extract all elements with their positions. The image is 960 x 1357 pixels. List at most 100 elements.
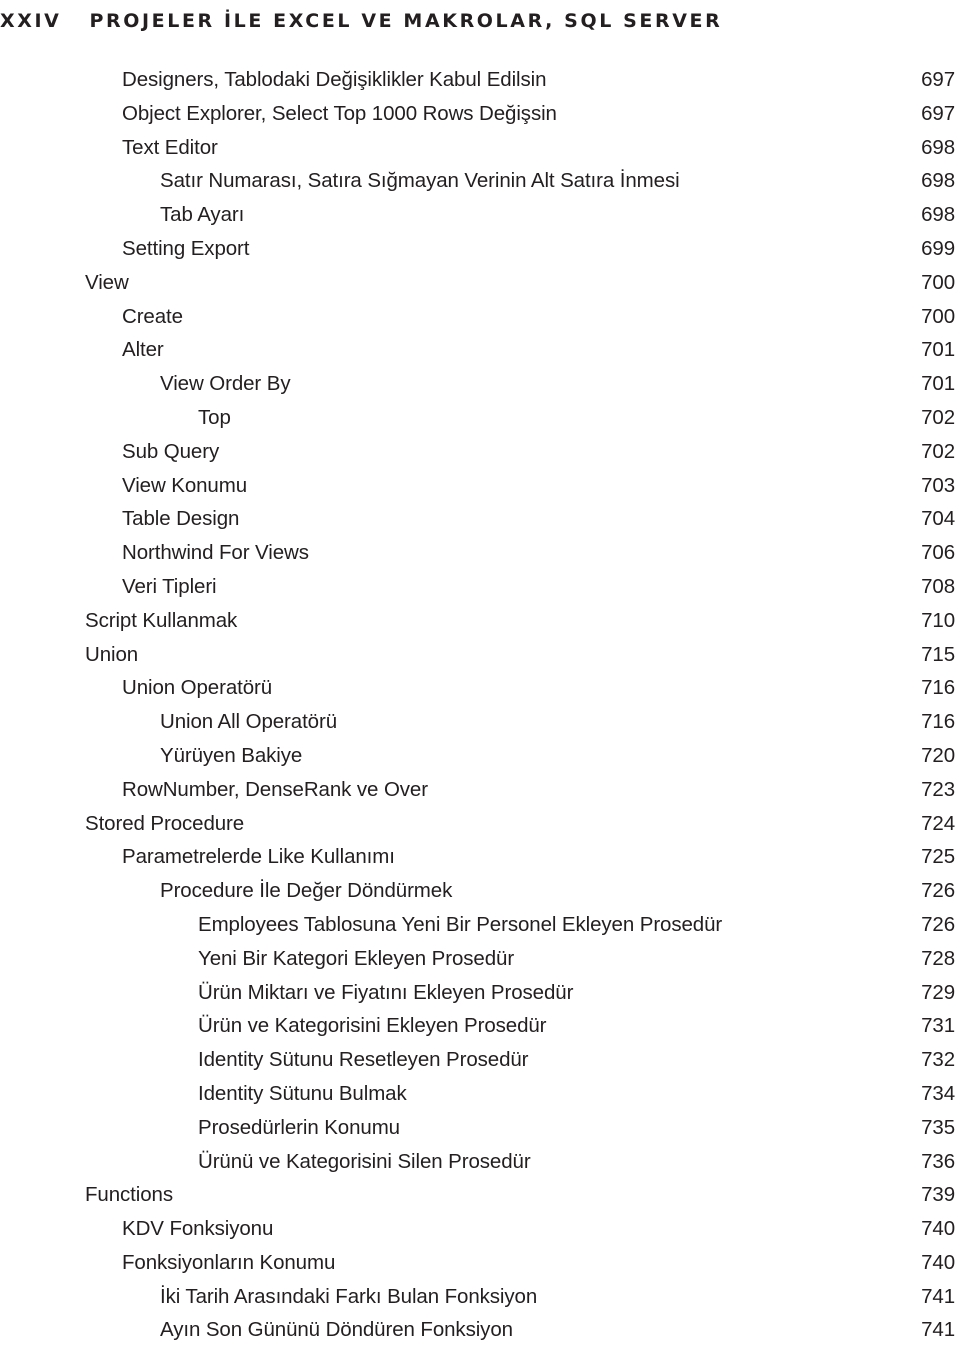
- toc-entry[interactable]: Sub Query 702: [0, 439, 960, 476]
- toc-entry[interactable]: Ürün ve Kategorisini Ekleyen Prosedür 731: [0, 1016, 960, 1050]
- toc-entry-title: Table Design: [122, 507, 240, 531]
- toc-entry[interactable]: Union 715: [0, 642, 960, 679]
- toc-entry-title: Text Editor: [122, 135, 218, 159]
- toc-entry[interactable]: Alter 701: [0, 340, 960, 374]
- toc-entry-title: Alter: [122, 338, 164, 362]
- toc-entry-page-number: 725: [921, 845, 955, 869]
- toc-entry-title: Employees Tablosuna Yeni Bir Personel Ek…: [198, 912, 723, 936]
- toc-entry[interactable]: Ayın Son Gününü Döndüren Fonksiyon 741: [0, 1320, 960, 1354]
- toc-entry-page-number: 724: [921, 811, 955, 835]
- toc-entry[interactable]: Create 700: [0, 304, 960, 341]
- toc-entry-page-number: 734: [921, 1081, 955, 1105]
- toc-entry[interactable]: Employees Tablosuna Yeni Bir Personel Ek…: [0, 912, 960, 949]
- toc-entry-title: Object Explorer, Select Top 1000 Rows De…: [122, 101, 557, 125]
- toc-entry[interactable]: Text Editor 698: [0, 135, 960, 172]
- toc-entry[interactable]: Northwind For Views 706: [0, 543, 960, 577]
- toc-entry-title: Parametrelerde Like Kullanımı: [122, 845, 395, 869]
- toc-entry[interactable]: Identity Sütunu Resetleyen Prosedür 732: [0, 1050, 960, 1084]
- toc-entry-title: Ürün Miktarı ve Fiyatını Ekleyen Prosedü…: [198, 980, 574, 1004]
- toc-entry-title: Create: [122, 304, 183, 328]
- toc-entry[interactable]: Functions 739: [0, 1185, 960, 1219]
- toc-entry-page-number: 726: [921, 912, 955, 936]
- toc-entry[interactable]: Procedure İle Değer Döndürmek 726: [0, 881, 960, 915]
- toc-entry-page-number: 716: [921, 676, 955, 700]
- toc-entry[interactable]: Satır Numarası, Satıra Sığmayan Verinin …: [0, 171, 960, 205]
- toc-entry-title: Top: [198, 405, 231, 429]
- toc-entry-page-number: 708: [921, 574, 955, 598]
- toc-entry[interactable]: Fonksiyonların Konumu 740: [0, 1250, 960, 1287]
- page-folio: XXIV: [0, 10, 62, 32]
- toc-entry[interactable]: Setting Export 699: [0, 236, 960, 273]
- toc-entry-title: RowNumber, DenseRank ve Over: [122, 777, 428, 801]
- toc-entry[interactable]: Yeni Bir Kategori Ekleyen Prosedür 728: [0, 946, 960, 983]
- toc-entry-title: Yürüyen Bakiye: [160, 743, 303, 767]
- toc-entry-page-number: 698: [921, 169, 955, 193]
- toc-entry-title: Designers, Tablodaki Değişiklikler Kabul…: [122, 68, 547, 91]
- toc-entry[interactable]: View Konumu 703: [0, 473, 960, 510]
- toc-entry-page-number: 700: [921, 304, 955, 328]
- toc-entry[interactable]: Prosedürlerin Konumu 735: [0, 1115, 960, 1152]
- toc-entry[interactable]: View 700: [0, 270, 960, 307]
- toc-entry[interactable]: Table Design 704: [0, 509, 960, 543]
- toc-entry[interactable]: Top 702: [0, 405, 960, 442]
- toc-entry[interactable]: Yürüyen Bakiye 720: [0, 743, 960, 780]
- toc-entry-title: Yeni Bir Kategori Ekleyen Prosedür: [198, 946, 515, 970]
- toc-entry[interactable]: Object Explorer, Select Top 1000 Rows De…: [0, 101, 960, 138]
- toc-entry-page-number: 729: [921, 980, 955, 1004]
- toc-entry-page-number: 739: [921, 1183, 955, 1207]
- toc-entry[interactable]: Script Kullanmak 710: [0, 608, 960, 645]
- toc-entry[interactable]: İki Tarih Arasındaki Farkı Bulan Fonksiy…: [0, 1284, 960, 1321]
- toc-entry-page-number: 740: [921, 1217, 955, 1241]
- toc-entry[interactable]: Parametrelerde Like Kullanımı 725: [0, 847, 960, 881]
- toc-entry-title: Procedure İle Değer Döndürmek: [160, 879, 453, 903]
- toc-entry[interactable]: Union All Operatörü 716: [0, 712, 960, 746]
- toc-entry[interactable]: Ürün Miktarı ve Fiyatını Ekleyen Prosedü…: [0, 980, 960, 1017]
- toc-entry-page-number: 715: [921, 642, 955, 666]
- toc-entry[interactable]: RowNumber, DenseRank ve Over 723: [0, 777, 960, 814]
- toc-entry[interactable]: Veri Tipleri 708: [0, 574, 960, 611]
- toc-entry-page-number: 701: [921, 372, 955, 396]
- toc-entry-title: Sub Query: [122, 439, 220, 463]
- toc-entry[interactable]: Stored Procedure 724: [0, 811, 960, 848]
- toc-entry-title: Satır Numarası, Satıra Sığmayan Verinin …: [160, 169, 680, 193]
- toc-entry[interactable]: KDV Fonksiyonu 740: [0, 1219, 960, 1253]
- toc-entry-page-number: 741: [921, 1318, 955, 1342]
- toc-entry-title: View: [85, 270, 129, 294]
- toc-entry-title: Functions: [85, 1183, 173, 1207]
- toc-entry-title: Veri Tipleri: [122, 574, 217, 598]
- toc-entry-title: Tab Ayarı: [160, 203, 245, 227]
- book-title: PROJELER İLE EXCEL VE MAKROLAR, SQL SERV…: [89, 10, 723, 32]
- toc-entry-page-number: 720: [921, 743, 955, 767]
- toc-entry-title: İki Tarih Arasındaki Farkı Bulan Fonksiy…: [160, 1284, 538, 1308]
- toc-entry-page-number: 700: [921, 270, 955, 294]
- toc-entry-page-number: 732: [921, 1048, 955, 1072]
- toc-entry-title: Script Kullanmak: [85, 608, 238, 632]
- toc-entry-page-number: 704: [921, 507, 955, 531]
- toc-entry-title: Setting Export: [122, 236, 250, 260]
- toc-entry[interactable]: Designers, Tablodaki Değişiklikler Kabul…: [0, 68, 960, 104]
- toc-entry[interactable]: Identity Sütunu Bulmak 734: [0, 1081, 960, 1118]
- toc-entry-page-number: 731: [921, 1014, 955, 1038]
- table-of-contents: Designers, Tablodaki Değişiklikler Kabul…: [0, 68, 960, 1354]
- toc-entry[interactable]: Union Operatörü 716: [0, 678, 960, 712]
- toc-entry[interactable]: Tab Ayarı 698: [0, 205, 960, 239]
- toc-entry-page-number: 728: [921, 946, 955, 970]
- toc-entry-title: Prosedürlerin Konumu: [198, 1115, 400, 1139]
- toc-entry-page-number: 710: [921, 608, 955, 632]
- toc-entry[interactable]: Ürünü ve Kategorisini Silen Prosedür 736: [0, 1151, 960, 1186]
- toc-entry-page-number: 735: [921, 1115, 955, 1139]
- toc-entry-title: Union All Operatörü: [160, 710, 338, 734]
- toc-entry-title: Union: [85, 642, 139, 666]
- toc-entry-title: Stored Procedure: [85, 811, 245, 835]
- toc-entry-page-number: 740: [921, 1250, 955, 1274]
- toc-entry-title: Identity Sütunu Resetleyen Prosedür: [198, 1048, 529, 1072]
- toc-entry-title: Union Operatörü: [122, 676, 273, 700]
- toc-entry-title: Ürün ve Kategorisini Ekleyen Prosedür: [198, 1014, 547, 1038]
- toc-entry-page-number: 699: [921, 236, 955, 260]
- toc-entry[interactable]: View Order By 701: [0, 374, 960, 408]
- toc-entry-page-number: 698: [921, 203, 955, 227]
- toc-entry-title: Ayın Son Gününü Döndüren Fonksiyon: [160, 1318, 513, 1342]
- toc-entry-page-number: 698: [921, 135, 955, 159]
- toc-entry-title: Northwind For Views: [122, 541, 309, 565]
- toc-entry-title: View Konumu: [122, 473, 248, 497]
